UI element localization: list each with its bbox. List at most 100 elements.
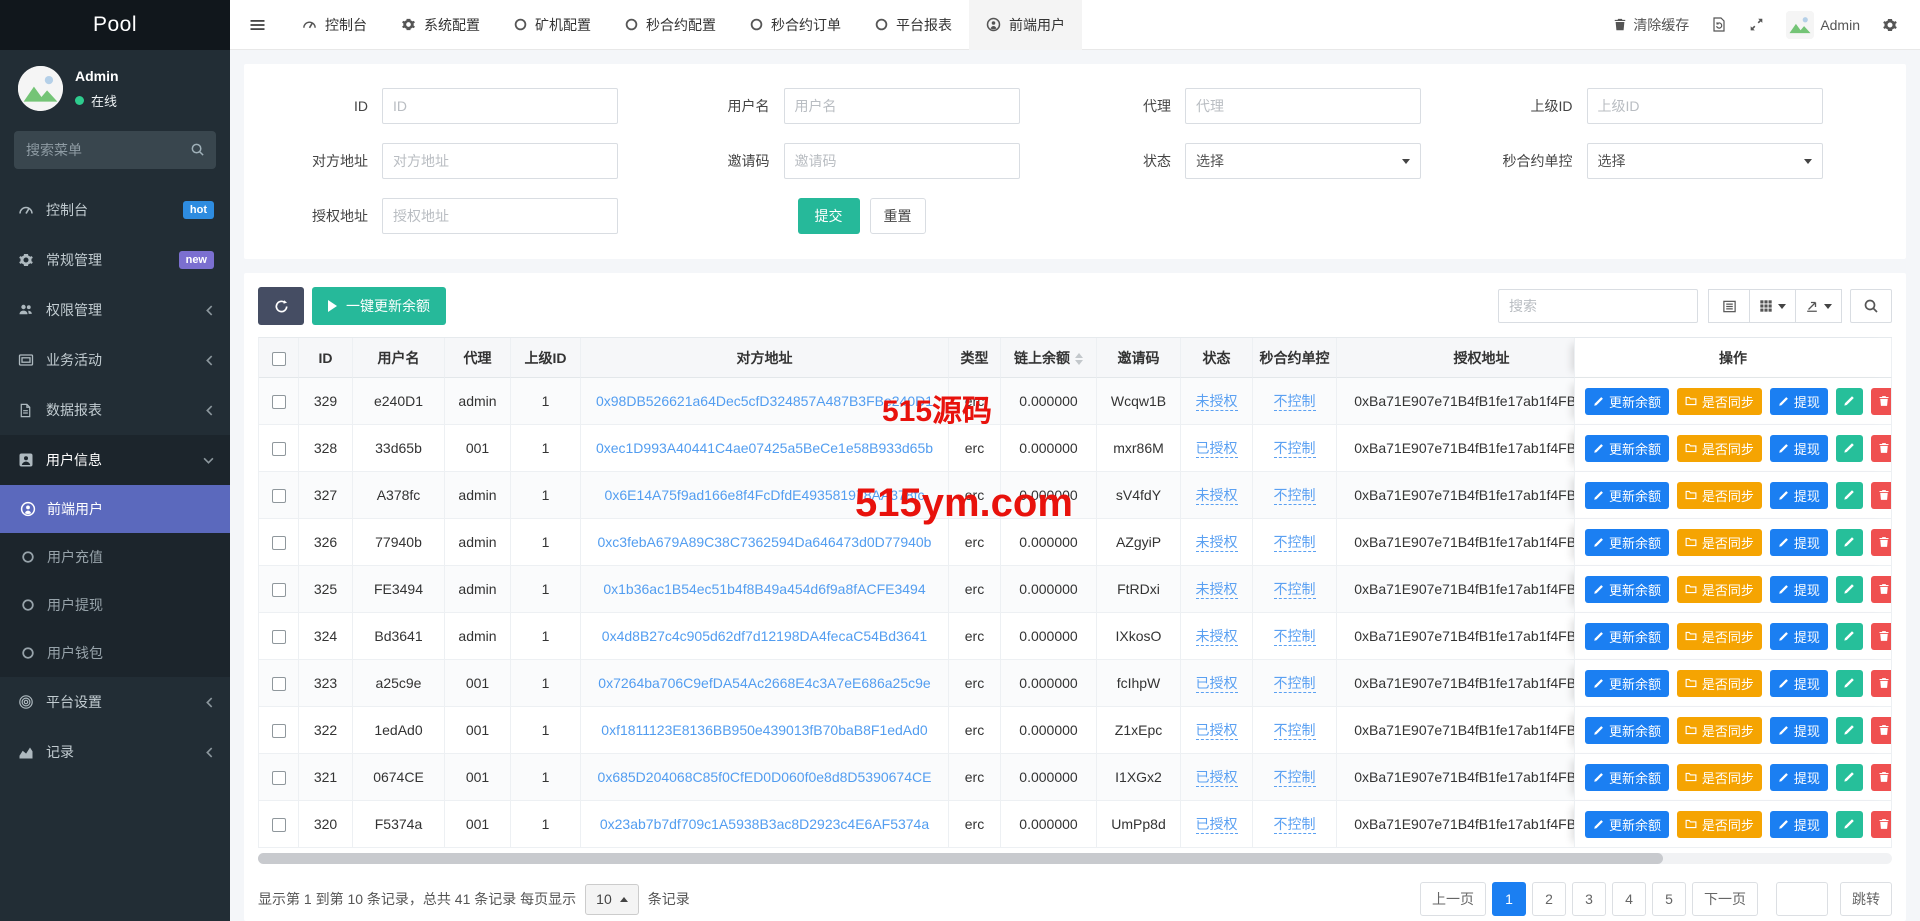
address-link[interactable]: 0xf1811123E8136BB950e439013fB70baB8F1edA… — [601, 722, 927, 738]
status-link[interactable]: 已授权 — [1195, 769, 1238, 787]
status-link[interactable]: 已授权 — [1195, 440, 1238, 458]
sidebar-item-platform-settings[interactable]: 平台设置 — [0, 677, 230, 727]
edit-button[interactable] — [1835, 810, 1863, 838]
control-link[interactable]: 不控制 — [1273, 440, 1316, 458]
topnav-user[interactable]: Admin — [1786, 10, 1860, 39]
update-balance-button[interactable]: 更新余额 — [1585, 763, 1670, 791]
row-checkbox[interactable] — [271, 442, 286, 457]
sidebar-item-user-withdraw[interactable]: 用户提现 — [0, 581, 230, 629]
status-link[interactable]: 已授权 — [1195, 816, 1238, 834]
page-button-5[interactable]: 5 — [1652, 882, 1686, 916]
control-link[interactable]: 不控制 — [1273, 534, 1316, 552]
address-link[interactable]: 0xec1D993A40441C4ae07425a5BeCe1e58B933d6… — [596, 440, 933, 456]
table-scroll-area[interactable]: ID 用户名 代理 上级ID 对方地址 类型 链上余额 邀请码 状态 秒合约单控 — [258, 337, 1892, 848]
delete-button[interactable] — [1870, 575, 1891, 603]
update-balance-button[interactable]: 更新余额 — [1585, 716, 1670, 744]
submit-button[interactable]: 提交 — [797, 198, 860, 234]
sync-button[interactable]: 是否同步 — [1676, 622, 1762, 650]
withdraw-button[interactable]: 提现 — [1769, 810, 1828, 838]
edit-button[interactable] — [1835, 575, 1863, 603]
table-search-button[interactable] — [1850, 289, 1892, 323]
sidebar-item-reports[interactable]: 数据报表 — [0, 385, 230, 435]
detail-view-button[interactable] — [1708, 289, 1750, 323]
sync-button[interactable]: 是否同步 — [1676, 669, 1762, 697]
column-header-balance[interactable]: 链上余额 — [1001, 338, 1097, 378]
edit-button[interactable] — [1835, 434, 1863, 462]
page-button-4[interactable]: 4 — [1612, 882, 1646, 916]
edit-button[interactable] — [1835, 669, 1863, 697]
jump-page-input[interactable] — [1776, 882, 1828, 916]
fullscreen-icon[interactable] — [1749, 17, 1764, 32]
sidebar-search-input[interactable] — [14, 131, 216, 169]
next-page-button[interactable]: 下一页 — [1692, 882, 1758, 916]
update-balance-button[interactable]: 更新余额 — [1585, 810, 1670, 838]
agent-field[interactable] — [1185, 88, 1421, 124]
update-balance-button[interactable]: 更新余额 — [1585, 575, 1670, 603]
delete-button[interactable] — [1870, 528, 1891, 556]
status-link[interactable]: 未授权 — [1195, 628, 1238, 646]
select-all-checkbox[interactable] — [271, 351, 286, 366]
sidebar-item-console[interactable]: 控制台 hot — [0, 185, 230, 235]
withdraw-button[interactable]: 提现 — [1769, 434, 1828, 462]
withdraw-button[interactable]: 提现 — [1769, 387, 1828, 415]
tab-platform-reports[interactable]: 平台报表 — [858, 0, 969, 50]
edit-button[interactable] — [1835, 622, 1863, 650]
address-field[interactable] — [382, 143, 618, 179]
page-button-1[interactable]: 1 — [1492, 882, 1526, 916]
address-link[interactable]: 0xc3febA679A89C38C7362594Da646473d0D7794… — [598, 534, 932, 550]
parent-id-field[interactable] — [1586, 88, 1823, 124]
page-button-3[interactable]: 3 — [1572, 882, 1606, 916]
address-link[interactable]: 0x685D204068C85f0CfED0D060f0e8d8D5390674… — [598, 769, 932, 785]
edit-button[interactable] — [1835, 716, 1863, 744]
withdraw-button[interactable]: 提现 — [1769, 575, 1828, 603]
control-link[interactable]: 不控制 — [1273, 769, 1316, 787]
username-field[interactable] — [783, 88, 1020, 124]
withdraw-button[interactable]: 提现 — [1769, 622, 1828, 650]
sidebar-item-user-recharge[interactable]: 用户充值 — [0, 533, 230, 581]
sync-button[interactable]: 是否同步 — [1676, 434, 1762, 462]
sync-button[interactable]: 是否同步 — [1676, 528, 1762, 556]
refresh-page-icon[interactable] — [1711, 16, 1727, 33]
sidebar-item-userinfo[interactable]: 用户信息 — [0, 435, 230, 485]
sync-button[interactable]: 是否同步 — [1676, 763, 1762, 791]
tab-frontend-users[interactable]: 前端用户 — [969, 0, 1082, 50]
sync-button[interactable]: 是否同步 — [1676, 575, 1762, 603]
bulk-update-balance-button[interactable]: 一键更新余额 — [312, 287, 446, 325]
row-checkbox[interactable] — [271, 724, 286, 739]
delete-button[interactable] — [1870, 387, 1891, 415]
control-link[interactable]: 不控制 — [1273, 816, 1316, 834]
hamburger-menu-icon[interactable] — [230, 0, 285, 50]
tab-system-config[interactable]: 系统配置 — [384, 0, 497, 50]
sidebar-item-permissions[interactable]: 权限管理 — [0, 285, 230, 335]
update-balance-button[interactable]: 更新余额 — [1585, 387, 1670, 415]
jump-button[interactable]: 跳转 — [1840, 882, 1892, 916]
settings-gears-icon[interactable] — [1882, 17, 1898, 33]
withdraw-button[interactable]: 提现 — [1769, 716, 1828, 744]
row-checkbox[interactable] — [271, 489, 286, 504]
delete-button[interactable] — [1870, 716, 1891, 744]
delete-button[interactable] — [1870, 622, 1891, 650]
status-link[interactable]: 未授权 — [1195, 534, 1238, 552]
row-checkbox[interactable] — [271, 818, 286, 833]
update-balance-button[interactable]: 更新余额 — [1585, 622, 1670, 650]
control-link[interactable]: 不控制 — [1273, 722, 1316, 740]
tab-contract-orders[interactable]: 秒合约订单 — [733, 0, 858, 50]
tab-contract-config[interactable]: 秒合约配置 — [608, 0, 733, 50]
status-link[interactable]: 已授权 — [1195, 675, 1238, 693]
per-page-select[interactable]: 10 — [585, 883, 639, 915]
row-checkbox[interactable] — [271, 677, 286, 692]
id-field[interactable] — [382, 88, 618, 124]
edit-button[interactable] — [1835, 481, 1863, 509]
sync-button[interactable]: 是否同步 — [1676, 810, 1762, 838]
row-checkbox[interactable] — [271, 395, 286, 410]
withdraw-button[interactable]: 提现 — [1769, 763, 1828, 791]
update-balance-button[interactable]: 更新余额 — [1585, 481, 1670, 509]
scrollbar-thumb[interactable] — [258, 853, 1664, 864]
delete-button[interactable] — [1870, 481, 1891, 509]
tab-console[interactable]: 控制台 — [285, 0, 384, 50]
control-link[interactable]: 不控制 — [1273, 393, 1316, 411]
withdraw-button[interactable]: 提现 — [1769, 528, 1828, 556]
control-link[interactable]: 不控制 — [1273, 487, 1316, 505]
invite-code-field[interactable] — [783, 143, 1020, 179]
withdraw-button[interactable]: 提现 — [1769, 481, 1828, 509]
